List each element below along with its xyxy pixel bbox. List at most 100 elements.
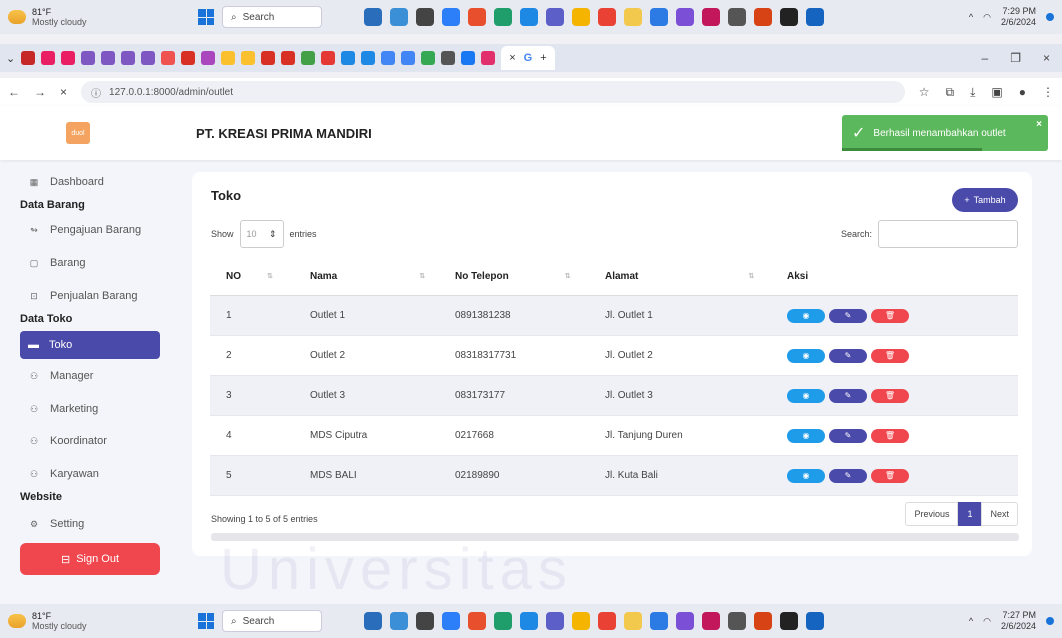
- extensions-icon[interactable]: ⧉: [946, 85, 955, 100]
- sidebar-item-setting[interactable]: ⚙ Setting: [28, 518, 84, 530]
- app-icon[interactable]: [390, 8, 408, 26]
- download-icon[interactable]: ⤓: [970, 85, 975, 100]
- app-icon[interactable]: [598, 8, 616, 26]
- app-icon[interactable]: [676, 612, 694, 630]
- delete-button[interactable]: 🗑: [871, 308, 909, 323]
- app-icon[interactable]: [572, 612, 590, 630]
- tab-icon[interactable]: [461, 51, 476, 65]
- taskbar-search[interactable]: ⌕ Search: [222, 610, 322, 632]
- profile-avatar-icon[interactable]: ●: [1019, 85, 1026, 100]
- app-icon[interactable]: [390, 612, 408, 630]
- minimize-icon[interactable]: –: [982, 51, 989, 65]
- tab-icon[interactable]: [61, 51, 76, 65]
- tab-icon[interactable]: [321, 51, 336, 65]
- view-button[interactable]: ◉: [787, 468, 825, 483]
- entries-select[interactable]: 10 ⇕: [239, 220, 284, 248]
- tab-icon[interactable]: [241, 51, 256, 65]
- sidebar-item-penjualan-barang[interactable]: ⊡ Penjualan Barang: [28, 290, 137, 302]
- sign-out-button[interactable]: ⊟ Sign Out: [20, 543, 160, 575]
- tab-icon[interactable]: [121, 51, 136, 65]
- app-icon[interactable]: [806, 612, 824, 630]
- sidebar-item-karyawan[interactable]: ⚇ Karyawan: [28, 468, 99, 480]
- app-icon[interactable]: [520, 8, 538, 26]
- tray-chevron-icon[interactable]: ^: [969, 616, 973, 626]
- app-icon[interactable]: [806, 8, 824, 26]
- app-icon[interactable]: [494, 612, 512, 630]
- new-tab-icon[interactable]: +: [540, 52, 546, 64]
- info-icon[interactable]: ⓘ: [91, 85, 101, 100]
- tab-icon[interactable]: [161, 51, 176, 65]
- tab-icon[interactable]: [441, 51, 456, 65]
- tab-list-chevron-icon[interactable]: ⌄: [6, 52, 15, 65]
- tab-icon[interactable]: [401, 51, 416, 65]
- previous-button[interactable]: Previous: [905, 502, 959, 526]
- tab-icon[interactable]: [301, 51, 316, 65]
- tab-icon[interactable]: [181, 51, 196, 65]
- back-icon[interactable]: ←: [8, 85, 20, 99]
- wifi-icon[interactable]: ◠: [983, 616, 991, 627]
- app-icon[interactable]: [754, 612, 772, 630]
- app-icon[interactable]: [780, 612, 798, 630]
- app-icon[interactable]: [416, 612, 434, 630]
- notification-icon[interactable]: [1046, 13, 1054, 21]
- view-button[interactable]: ◉: [787, 388, 825, 403]
- delete-button[interactable]: 🗑: [871, 348, 909, 363]
- tab-icon[interactable]: [41, 51, 56, 65]
- column-alamat[interactable]: Alamat ⇅: [605, 271, 785, 282]
- windows-start-icon[interactable]: [198, 9, 214, 25]
- tab-icon[interactable]: [281, 51, 296, 65]
- tray-chevron-icon[interactable]: ^: [969, 12, 973, 22]
- app-icon[interactable]: [442, 612, 460, 630]
- notification-icon[interactable]: [1046, 617, 1054, 625]
- sidebar-item-koordinator[interactable]: ⚇ Koordinator: [28, 435, 107, 447]
- app-icon[interactable]: [572, 8, 590, 26]
- close-window-icon[interactable]: ×: [1043, 51, 1050, 65]
- tab-icon[interactable]: [201, 51, 216, 65]
- column-no[interactable]: NO ⇅: [210, 271, 310, 282]
- tab-icon[interactable]: [381, 51, 396, 65]
- app-icon[interactable]: [728, 612, 746, 630]
- tab-close-icon[interactable]: ×: [509, 52, 515, 64]
- active-tab[interactable]: × G +: [501, 46, 555, 70]
- tab-icon[interactable]: [221, 51, 236, 65]
- page-button[interactable]: 1: [958, 502, 982, 526]
- wifi-icon[interactable]: ◠: [983, 12, 991, 23]
- menu-icon[interactable]: ⋮: [1042, 85, 1054, 100]
- sidebar-item-marketing[interactable]: ⚇ Marketing: [28, 403, 98, 415]
- app-icon[interactable]: [468, 8, 486, 26]
- app-icon[interactable]: [546, 8, 564, 26]
- delete-button[interactable]: 🗑: [871, 388, 909, 403]
- edit-button[interactable]: ✎: [829, 348, 867, 363]
- app-icon[interactable]: [468, 612, 486, 630]
- app-icon[interactable]: [546, 612, 564, 630]
- weather-widget[interactable]: 81°F Mostly cloudy: [8, 7, 198, 27]
- toast-close-icon[interactable]: ×: [1036, 119, 1042, 130]
- delete-button[interactable]: 🗑: [871, 468, 909, 483]
- app-icon[interactable]: [520, 612, 538, 630]
- app-icon[interactable]: [650, 612, 668, 630]
- edit-button[interactable]: ✎: [829, 428, 867, 443]
- app-icon[interactable]: [754, 8, 772, 26]
- next-button[interactable]: Next: [981, 502, 1018, 526]
- clock[interactable]: 7:27 PM 2/6/2024: [1001, 610, 1036, 632]
- app-icon[interactable]: [780, 8, 798, 26]
- stop-icon[interactable]: ×: [60, 85, 67, 99]
- app-icon[interactable]: [676, 8, 694, 26]
- app-icon[interactable]: [702, 8, 720, 26]
- column-nama[interactable]: Nama ⇅: [310, 271, 455, 282]
- sidebar-item-manager[interactable]: ⚇ Manager: [28, 370, 93, 382]
- app-icon[interactable]: [364, 612, 382, 630]
- tab-icon[interactable]: [101, 51, 116, 65]
- tab-icon[interactable]: [21, 51, 36, 65]
- tab-icon[interactable]: [481, 51, 496, 65]
- clock[interactable]: 7:29 PM 2/6/2024: [1001, 6, 1036, 28]
- app-icon[interactable]: [416, 8, 434, 26]
- tab-icon[interactable]: [81, 51, 96, 65]
- tab-icon[interactable]: [261, 51, 276, 65]
- windows-start-icon[interactable]: [198, 613, 214, 629]
- weather-widget[interactable]: 81°F Mostly cloudy: [8, 611, 198, 631]
- app-icon[interactable]: [650, 8, 668, 26]
- app-icon[interactable]: [598, 612, 616, 630]
- tab-icon[interactable]: [421, 51, 436, 65]
- tab-icon[interactable]: [141, 51, 156, 65]
